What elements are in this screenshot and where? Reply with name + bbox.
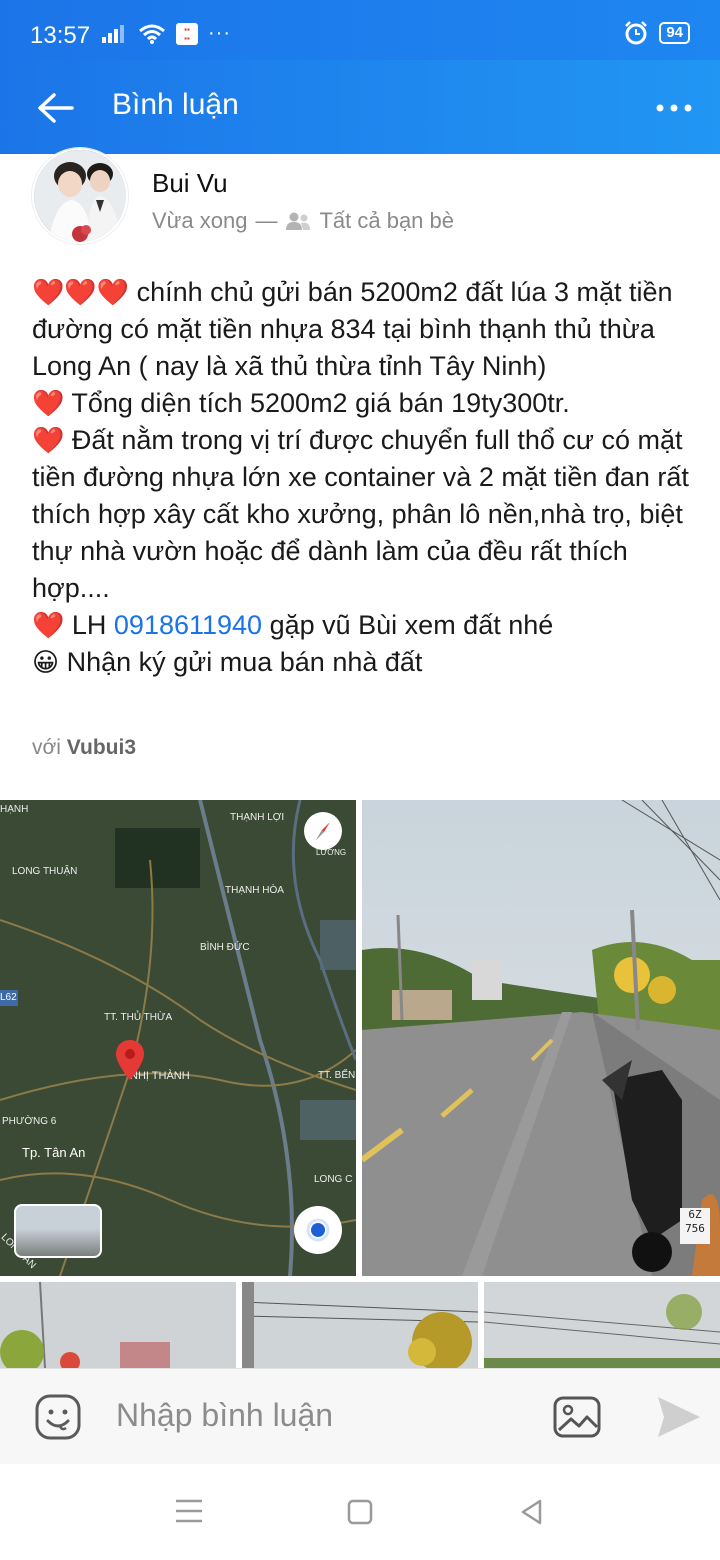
back-nav-icon[interactable] [518, 1498, 546, 1526]
map-label: Tp. Tân An [22, 1145, 86, 1160]
map-photo[interactable]: HẠNH THẠNH LỢI LƯƠNG LONG THUẬN THẠNH HÒ… [0, 800, 356, 1276]
photo-thumbnails [0, 1282, 720, 1368]
image-picker-icon[interactable] [552, 1393, 602, 1441]
map-label: BÌNH ĐỨC [200, 942, 250, 953]
back-arrow-icon[interactable] [34, 86, 78, 130]
location-pin-icon [116, 1040, 144, 1080]
post-audience: Tất cả bạn bè [319, 208, 455, 233]
photo-thumbnail[interactable] [0, 1282, 236, 1368]
avatar-photo [34, 150, 126, 242]
status-bar: 13:57 ▪▪ ▪▪ ··· 94 [0, 0, 720, 60]
map-label: LONG C [314, 1174, 353, 1185]
road-photo[interactable]: 6Z 756 [362, 800, 720, 1276]
post-meta: Vừa xong — Tất cả bạn bè [152, 208, 454, 234]
app-bar: Bình luận [0, 60, 720, 154]
alarm-icon [625, 21, 648, 45]
emoji-icon[interactable] [34, 1393, 82, 1441]
photo-thumbnail[interactable] [484, 1282, 720, 1368]
phone-link[interactable]: 0918611940 [114, 610, 262, 640]
wifi-icon [139, 24, 165, 44]
satellite-thumbnail[interactable] [14, 1204, 102, 1258]
send-icon[interactable] [654, 1393, 704, 1441]
heart-emoji: ❤️ [32, 610, 65, 640]
post-line: ❤️ Tổng diện tích 5200m2 giá bán 19ty300… [32, 388, 570, 418]
map-label: TT. THỦ THỪA [104, 1012, 173, 1023]
meta-separator: — [255, 208, 278, 233]
system-nav-bar [0, 1464, 720, 1560]
tagged-user-link[interactable]: Vubui3 [67, 736, 136, 759]
map-label: THẠNH HÒA [225, 885, 284, 896]
smile-emoji: 😀 [32, 647, 60, 677]
photo-grid: HẠNH THẠNH LỢI LƯƠNG LONG THUẬN THẠNH HÒ… [0, 800, 720, 1368]
post-line: 😀 Nhận ký gửi mua bán nhà đất [32, 647, 423, 677]
author-name[interactable]: Bui Vu [152, 168, 228, 199]
more-options-icon[interactable] [656, 90, 692, 126]
comment-input[interactable]: Nhập bình luận [116, 1397, 333, 1434]
map-label: TT. BẾN [318, 1070, 356, 1081]
tagged-with: với Vubui3 [32, 736, 137, 759]
photo-thumbnail[interactable] [242, 1282, 478, 1368]
heart-emoji: ❤️ [32, 388, 65, 418]
avatar[interactable] [32, 148, 128, 244]
signal-icon [102, 24, 124, 43]
map-label: LONG THUẬN [12, 866, 78, 877]
post-line: ❤️ Đất nằm trong vị trí được chuyển full… [32, 425, 689, 603]
map-label: THẠNH LỢI [230, 812, 285, 823]
road-image [362, 800, 720, 1276]
heart-emoji: ❤️❤️❤️ [32, 277, 130, 307]
heart-emoji: ❤️ [32, 425, 65, 455]
post-time: Vừa xong [152, 208, 248, 233]
home-nav-icon[interactable] [346, 1498, 374, 1526]
more-notifications-icon: ··· [208, 22, 231, 44]
map-label: PHƯỜNG 6 [2, 1116, 57, 1127]
status-time: 13:57 [30, 22, 91, 49]
post-line: ❤️ LH 0918611940 gặp vũ Bùi xem đất nhé [32, 610, 554, 640]
post-content: ❤️❤️❤️ chính chủ gửi bán 5200m2 đất lúa … [32, 274, 692, 681]
map-label: L62 [0, 992, 17, 1003]
my-location-button[interactable] [294, 1206, 342, 1254]
page-title: Bình luận [112, 88, 239, 121]
map-label: HẠNH [0, 804, 29, 815]
license-plate: 6Z 756 [680, 1208, 710, 1244]
news-app-icon: ▪▪ ▪▪ [176, 22, 198, 45]
compass-icon[interactable] [304, 812, 342, 850]
post-line: ❤️❤️❤️ chính chủ gửi bán 5200m2 đất lúa … [32, 277, 673, 381]
menu-nav-icon[interactable] [174, 1498, 204, 1524]
comment-composer: Nhập bình luận [0, 1368, 720, 1464]
friends-icon [286, 212, 311, 230]
battery-indicator: 94 [659, 22, 690, 44]
